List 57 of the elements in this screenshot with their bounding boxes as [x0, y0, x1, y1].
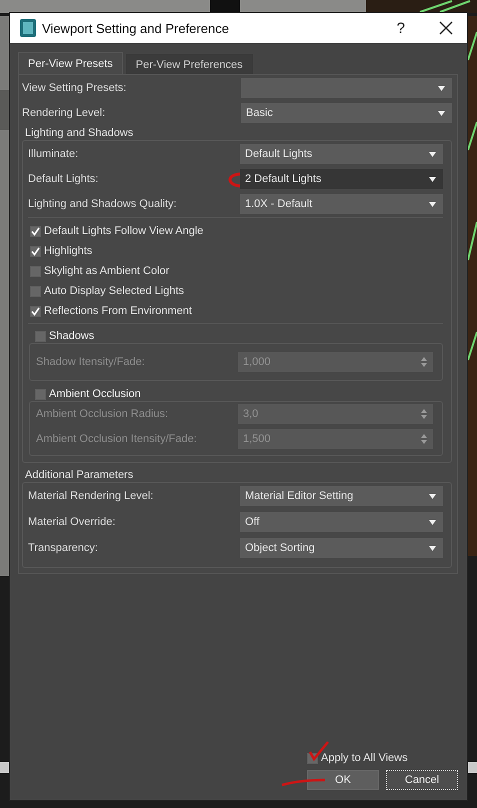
field-label: Rendering Level: [22, 107, 106, 119]
checkbox-label: Apply to All Views [321, 752, 408, 764]
annotation-mark [282, 778, 326, 786]
dropdown[interactable]: Object Sorting [240, 538, 443, 558]
checkbox-label: Auto Display Selected Lights [44, 285, 184, 297]
close-icon[interactable] [439, 21, 453, 35]
group-title: Lighting and Shadows [24, 127, 134, 140]
caret-icon [429, 494, 436, 498]
checkbox[interactable] [30, 246, 41, 256]
checkbox-label: Reflections From Environment [44, 305, 192, 317]
dropdown[interactable]: Basic [241, 103, 452, 123]
dropdown[interactable]: Material Editor Setting [240, 486, 443, 506]
field-label: Material Override: [28, 516, 116, 528]
checkbox-label: Skylight as Ambient Color [44, 265, 170, 277]
spinner-arrows-icon [421, 434, 427, 444]
checkbox[interactable] [35, 388, 46, 400]
checkbox-label: Shadows [49, 330, 94, 342]
annotation-mark [228, 172, 240, 188]
checkbox-label: Ambient Occlusion [49, 388, 141, 400]
checkbox-label: Default Lights Follow View Angle [44, 225, 204, 237]
window-title: Viewport Setting and Preference [42, 20, 230, 36]
field-label: Default Lights: [28, 173, 98, 185]
dropdown[interactable]: Default Lights [240, 144, 443, 164]
spinner-arrows-icon [421, 409, 427, 419]
caret-icon [429, 176, 436, 182]
dialog-button[interactable]: Cancel [386, 770, 458, 790]
group-title: Additional Parameters [24, 469, 134, 482]
caret-icon [429, 152, 436, 156]
field-label: Material Rendering Level: [28, 490, 154, 502]
caret-icon [429, 202, 436, 206]
field-label: Ambient Occlusion Radius: [36, 408, 168, 420]
caret-icon [429, 520, 436, 524]
tab[interactable]: Per-View Presets [18, 52, 123, 74]
field-label: Illuminate: [28, 148, 78, 160]
tab[interactable]: Per-View Preferences [126, 54, 253, 74]
caret-icon [438, 110, 445, 116]
checkbox[interactable] [30, 266, 41, 276]
checkbox[interactable] [35, 330, 46, 342]
dropdown[interactable]: 2 Default Lights [240, 169, 443, 189]
checkbox[interactable] [30, 226, 41, 236]
field-label: Transparency: [28, 542, 98, 554]
field-label: View Setting Presets: [22, 82, 126, 94]
dropdown[interactable]: 1.0X - Default [240, 194, 443, 214]
dialog-button[interactable]: OK [307, 770, 379, 790]
dropdown[interactable]: Off [240, 512, 443, 532]
checkbox[interactable] [30, 306, 41, 316]
app-icon [20, 19, 36, 37]
caret-icon [429, 546, 436, 550]
field-label: Ambient Occlusion Itensity/Fade: [36, 433, 197, 445]
spinner-arrows-icon [421, 357, 427, 367]
caret-icon [438, 86, 445, 90]
dropdown[interactable] [241, 78, 452, 98]
help-button[interactable]: ? [396, 20, 405, 36]
checkbox-label: Highlights [44, 245, 92, 257]
field-label: Shadow Itensity/Fade: [36, 356, 145, 368]
checkbox[interactable] [30, 286, 41, 296]
field-label: Lighting and Shadows Quality: [28, 198, 177, 210]
